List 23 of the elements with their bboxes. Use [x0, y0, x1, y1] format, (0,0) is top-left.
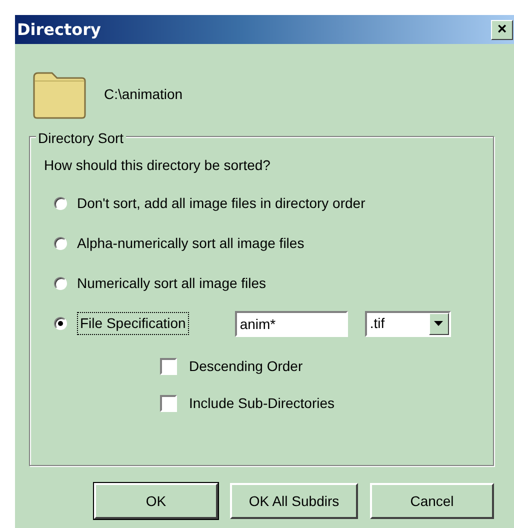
option-label[interactable]: File Specification	[77, 312, 189, 335]
option-label[interactable]: Alpha-numerically sort all image files	[77, 233, 304, 254]
extension-dropdown[interactable]: .tif	[364, 310, 451, 336]
directory-path: C:\animation	[104, 85, 183, 104]
option-label[interactable]: Numerically sort all image files	[77, 273, 266, 294]
question-label: How should this directory be sorted?	[44, 156, 272, 175]
ok-button[interactable]: OK	[94, 483, 218, 519]
radio-button[interactable]	[54, 237, 67, 250]
checkbox[interactable]	[160, 358, 177, 375]
checkbox-label: Include Sub-Directories	[189, 394, 335, 413]
dialog-button[interactable]: Cancel	[370, 483, 494, 519]
folder-icon	[33, 70, 86, 118]
close-button[interactable]: ×	[491, 20, 513, 40]
dropdown-arrow-icon	[434, 321, 444, 326]
radio-button[interactable]	[54, 197, 67, 210]
radio-button[interactable]	[54, 277, 67, 290]
radio-button[interactable]	[54, 317, 67, 330]
checkbox-label: Descending Order	[189, 357, 303, 376]
dialog-button[interactable]: OK All Subdirs	[230, 483, 358, 519]
option-label[interactable]: Don't sort, add all image files in directory order	[77, 193, 366, 214]
checkbox[interactable]	[160, 395, 177, 412]
pattern-field[interactable]: anim*	[234, 310, 348, 336]
window-title: Directory	[17, 18, 101, 40]
